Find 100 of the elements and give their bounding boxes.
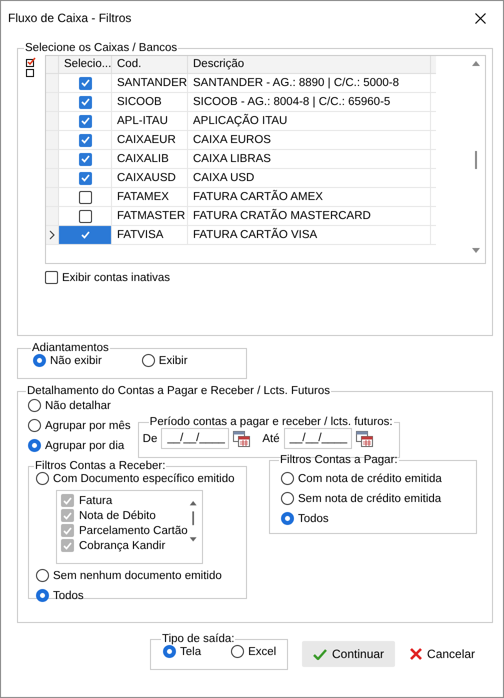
radio-button[interactable] <box>163 645 176 658</box>
radio-button[interactable] <box>36 472 49 485</box>
column-header[interactable]: Descrição <box>188 56 431 73</box>
radio-label: Com nota de crédito emitida <box>298 472 442 484</box>
radio-option[interactable]: Todos <box>281 512 470 525</box>
calendar-icon[interactable] <box>356 430 373 446</box>
field-label: De <box>142 432 158 444</box>
table-cell: CAIXALIB <box>112 150 188 168</box>
radio-label: Todos <box>53 590 84 602</box>
checkbox[interactable] <box>78 190 92 204</box>
radio-button[interactable] <box>281 512 294 525</box>
table-cell: SICOOB <box>112 93 188 111</box>
radio-label: Tela <box>180 646 202 658</box>
radio-option[interactable]: Com Documento específico emitido <box>36 472 240 485</box>
checkbox[interactable] <box>78 152 92 166</box>
table-cell: FATURA CARTÃO VISA <box>188 226 431 244</box>
table-cell: CAIXA LIBRAS <box>188 150 431 168</box>
radio-label: Todos <box>298 512 329 524</box>
group-title: Período contas a pagar e receber / lcts. futuros: <box>148 416 394 428</box>
checkmark-icon <box>80 79 90 87</box>
group-title: Adiantamentos <box>31 342 110 354</box>
table-cell: FATMASTER <box>112 207 188 225</box>
checkmark-icon <box>80 155 90 163</box>
checkbox[interactable] <box>78 96 92 108</box>
column-header[interactable]: Cod. <box>112 56 188 73</box>
radio-button[interactable] <box>28 439 41 452</box>
table-cell: FATURA CRATÃO MASTERCARD <box>188 207 431 225</box>
current-row-icon <box>49 230 55 240</box>
radio-label: Não exibir <box>50 354 102 366</box>
date-field[interactable]: __/__/____ <box>284 428 352 449</box>
table-cell: FATURA CARTÃO AMEX <box>188 188 431 206</box>
group-title: Filtros Contas a Receber: <box>34 460 166 472</box>
date-field[interactable]: __/__/____ <box>161 428 230 449</box>
checkbox[interactable] <box>78 210 92 222</box>
table-cell: SANTANDER - AG.: 8890 | C/C.: 5000-8 <box>188 74 431 92</box>
radio-label: Sem nota de crédito emitida <box>298 492 442 504</box>
radio-button[interactable] <box>36 589 49 602</box>
close-icon <box>410 648 422 660</box>
radio-label: Agrupar por mês <box>45 420 131 432</box>
radio-label: Excel <box>248 646 276 658</box>
table-cell: APLICAÇÃO ITAU <box>188 112 431 130</box>
checkmark-icon <box>80 136 90 144</box>
radio-option[interactable]: Todos <box>36 589 240 602</box>
radio-option[interactable]: Não exibir <box>33 354 102 367</box>
radio-label: Não detalhar <box>45 400 111 412</box>
table-cell[interactable] <box>59 226 112 244</box>
radio-label: Com Documento específico emitido <box>53 472 235 484</box>
table-cell: FATVISA <box>112 226 188 244</box>
checkbox-option[interactable]: Exibir contas inativas <box>45 271 486 284</box>
calendar-icon[interactable] <box>233 430 250 446</box>
checkbox[interactable] <box>78 134 92 146</box>
radio-button[interactable] <box>28 399 41 412</box>
field-label: Até <box>262 432 280 444</box>
checkmark-icon <box>80 117 90 125</box>
group-title: Tipo de saída: <box>161 633 236 645</box>
table-cell: SANTANDER <box>112 74 188 92</box>
checkbox-label: Exibir contas inativas <box>62 272 170 284</box>
radio-button[interactable] <box>281 472 294 485</box>
radio-label: Sem nenhum documento emitido <box>53 570 222 582</box>
cancel-button[interactable]: Cancelar <box>399 641 486 667</box>
radio-option[interactable]: Com nota de crédito emitida <box>281 472 470 485</box>
table-cell: CAIXAEUR <box>112 131 188 149</box>
radio-option[interactable]: Agrupar por mês <box>28 419 131 432</box>
table-cell: SICOOB - AG.: 8004-8 | C/C.: 65960-5 <box>188 93 431 111</box>
checkmark-icon <box>80 174 90 182</box>
group-title: Detalhamento do Contas a Pagar e Receber / Lcts. Futuros <box>26 385 331 397</box>
checkbox[interactable] <box>78 76 92 90</box>
radio-button[interactable] <box>33 354 46 367</box>
radio-button[interactable] <box>142 354 155 367</box>
radio-button[interactable] <box>281 492 294 505</box>
window-title: Fluxo de Caixa - Filtros <box>8 11 132 25</box>
checkbox[interactable] <box>78 172 92 184</box>
checkbox[interactable] <box>78 114 92 128</box>
table-cell: FATAMEX <box>112 188 188 206</box>
radio-option[interactable]: Não detalhar <box>28 399 131 412</box>
close-icon <box>474 12 486 24</box>
radio-option[interactable]: Excel <box>231 645 276 658</box>
radio-button[interactable] <box>28 419 41 432</box>
radio-option[interactable]: Sem nota de crédito emitida <box>281 492 470 505</box>
table-cell: CAIXA EUROS <box>188 131 431 149</box>
radio-button[interactable] <box>36 569 49 582</box>
group-title: Selecione os Caixas / Bancos <box>24 42 178 54</box>
radio-option[interactable]: Exibir <box>142 354 188 367</box>
radio-option[interactable]: Sem nenhum documento emitido <box>36 569 240 582</box>
radio-option[interactable]: Tela <box>163 645 202 658</box>
continue-button[interactable]: Continuar <box>302 641 396 667</box>
checkbox[interactable] <box>45 271 58 284</box>
column-header[interactable]: Selecio... <box>59 56 112 73</box>
deselect-all-icon[interactable] <box>26 68 36 78</box>
checkmark-icon <box>313 648 327 660</box>
radio-label: Exibir <box>158 354 188 366</box>
checkmark-icon <box>80 98 90 106</box>
table-cell: APL-ITAU <box>112 112 188 130</box>
radio-option[interactable]: Agrupar por dia <box>28 439 131 452</box>
select-all-icon[interactable] <box>26 57 36 67</box>
radio-button[interactable] <box>231 645 244 658</box>
table-cell: CAIXA USD <box>188 169 431 187</box>
table-cell: CAIXAUSD <box>112 169 188 187</box>
radio-label: Agrupar por dia <box>45 440 124 452</box>
group-title: Filtros Contas a Pagar: <box>279 454 399 466</box>
